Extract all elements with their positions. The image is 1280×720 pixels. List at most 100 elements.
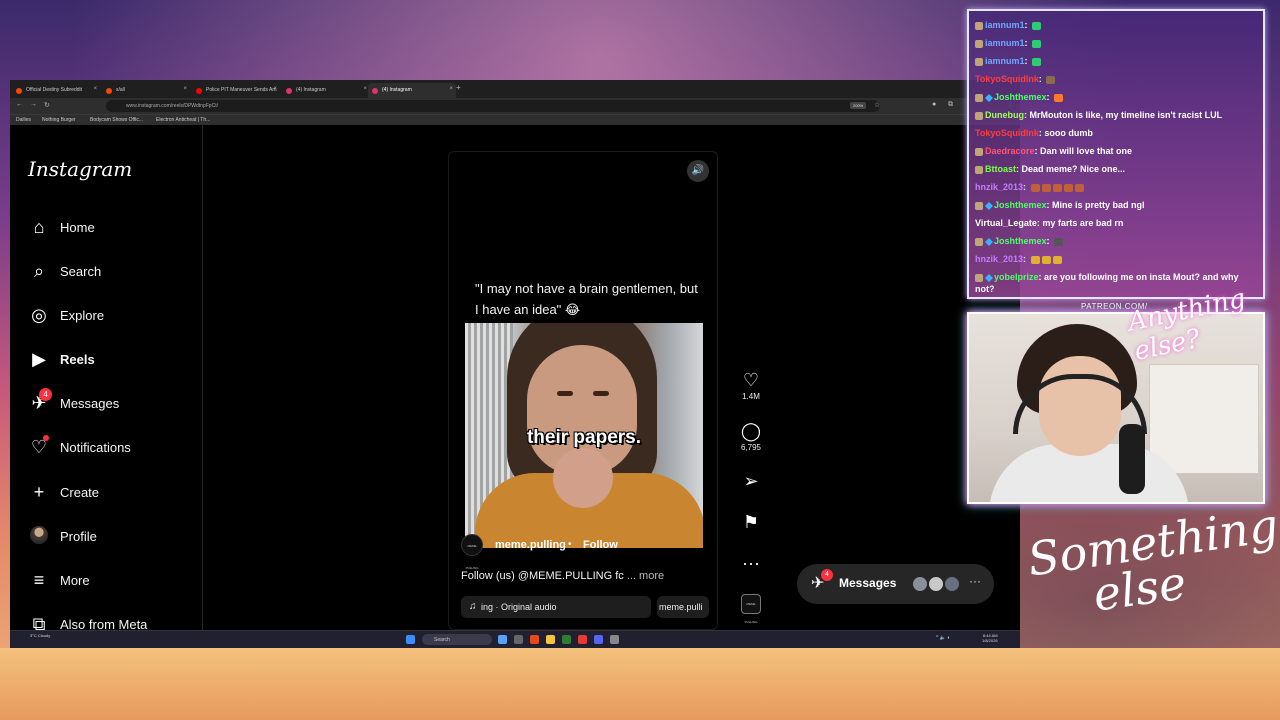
avatar	[943, 575, 961, 593]
comment-count: 6,795	[740, 443, 762, 452]
tab-bar: Official Destiny Subreddit × s/all × Polic…	[10, 80, 1020, 98]
more-link[interactable]: ... more	[627, 570, 664, 582]
video-person-eye	[557, 391, 573, 396]
close-icon[interactable]: ×	[449, 86, 453, 92]
sidebar-item-messages[interactable]: ✈ 4 Messages	[28, 388, 198, 420]
tab-destiny-subreddit[interactable]: Official Destiny Subreddit ×	[12, 83, 100, 98]
tab-all[interactable]: s/all ×	[102, 83, 190, 98]
sidebar-item-more[interactable]: ≡ More	[28, 565, 198, 597]
new-tab-button[interactable]: +	[456, 83, 461, 92]
folder-icon[interactable]	[546, 635, 555, 644]
profile-icon[interactable]: ●	[932, 101, 936, 108]
home-icon: ⌂	[33, 217, 45, 237]
discord-icon[interactable]	[594, 635, 603, 644]
messages-pill[interactable]: ✈ 4 Messages ···	[797, 564, 994, 604]
audio-pill[interactable]: ♫ ing · Original audio	[461, 596, 651, 618]
chat-message: TokyoSquidInk:	[975, 73, 1259, 85]
follow-button[interactable]: Follow	[583, 539, 618, 551]
app-icon[interactable]	[578, 635, 587, 644]
gem-badge-icon	[985, 273, 993, 282]
forward-icon[interactable]: →	[30, 101, 37, 108]
reel-caption: "I may not have a brain gentlemen, but I…	[475, 281, 698, 317]
emote-icon	[1032, 21, 1042, 30]
windows-start-icon[interactable]	[406, 635, 415, 644]
sidebar-item-reels[interactable]: ▶ Reels	[28, 344, 198, 376]
reload-icon[interactable]: ↻	[44, 101, 50, 109]
tab-instagram-1[interactable]: (4) Instagram ×	[282, 83, 370, 98]
close-icon[interactable]: ×	[363, 86, 367, 92]
reel-video[interactable]: their papers.	[465, 323, 703, 548]
extensions-icon[interactable]: ⧉	[948, 101, 953, 109]
chat-badge-icon	[975, 39, 983, 48]
audio-account-pill[interactable]: meme.pulli	[657, 596, 709, 618]
clock[interactable]: 8:44 AM 1/8/2026	[982, 633, 998, 643]
emote-icon	[1054, 237, 1064, 246]
zoom-badge[interactable]: 200%	[850, 102, 867, 109]
chat-message: Joshthemex:	[975, 91, 1259, 103]
app-icon[interactable]	[498, 635, 507, 644]
chat-message: Joshthemex:	[975, 235, 1259, 247]
emote-icon	[1046, 75, 1056, 84]
bookmark-bodycam[interactable]: Bodycam Shows Offic...	[90, 117, 143, 123]
gear-icon[interactable]	[610, 635, 619, 644]
emote-icon	[1052, 183, 1062, 192]
reel-description: Follow (us) @MEME.PULLING fc ... more	[461, 570, 665, 582]
browser-window: Official Destiny Subreddit × s/all × Polic…	[10, 80, 1020, 648]
address-bar[interactable]: www.instagram.com/reels/DPWdtnpFpCt/	[106, 100, 880, 112]
sidebar-item-search[interactable]: ⌕ Search	[28, 256, 198, 288]
app-icon[interactable]	[530, 635, 539, 644]
instagram-sidebar: Instagram ⌂ Home ⌕ Search ◎ Explore ▶ Re…	[10, 125, 203, 634]
system-tray[interactable]: ^ 🔈 ◐	[936, 635, 950, 641]
video-person-eye	[593, 391, 609, 396]
plus-icon: +	[33, 482, 45, 502]
share-button[interactable]: ➢	[735, 471, 767, 491]
emote-icon	[1032, 57, 1042, 66]
bookmark-dailies[interactable]: Dailies	[16, 117, 31, 123]
tab-police-video[interactable]: Police PIT Maneuver Sends Am ×	[192, 83, 280, 98]
emote-icon	[1041, 255, 1051, 264]
comment-button[interactable]: ◯ 6,795	[735, 421, 767, 452]
sidebar-item-home[interactable]: ⌂ Home	[28, 212, 198, 244]
compass-icon: ◎	[31, 305, 47, 325]
app-icon[interactable]	[514, 635, 523, 644]
like-button[interactable]: ♡ 1.4M	[735, 370, 767, 401]
instagram-logo[interactable]: Instagram	[28, 157, 132, 181]
sidebar-item-create[interactable]: + Create	[28, 477, 198, 509]
reel-player[interactable]: 🔊 "I may not have a brain gentlemen, but…	[448, 151, 718, 630]
audio-thumbnail[interactable]: MEME PULLING	[741, 594, 761, 624]
account-avatar[interactable]: MEME PULLING	[461, 534, 483, 570]
close-icon[interactable]: ×	[273, 86, 277, 92]
speaker-icon[interactable]: 🔊	[687, 160, 709, 182]
sidebar-item-notifications[interactable]: ♡ Notifications	[28, 432, 198, 464]
tab-instagram-active[interactable]: (4) Instagram ×	[368, 83, 456, 98]
emote-icon	[1041, 183, 1051, 192]
reddit-icon	[16, 88, 22, 94]
ellipsis-icon: ···	[969, 574, 981, 588]
account-name[interactable]: meme.pulling	[495, 539, 566, 551]
weather-widget[interactable]: 3°C Cloudy	[30, 633, 50, 638]
close-icon[interactable]: ×	[93, 86, 97, 92]
ellipsis-icon: ···	[742, 553, 760, 573]
reels-icon: ▶	[32, 349, 46, 369]
notification-dot	[43, 435, 49, 441]
bookmark-star-icon[interactable]: ☆	[874, 101, 880, 109]
chat-message: Joshthemex: Mine is pretty bad ngl	[975, 199, 1259, 211]
youtube-icon	[196, 88, 202, 94]
close-icon[interactable]: ×	[183, 86, 187, 92]
back-icon[interactable]: ←	[16, 101, 23, 108]
more-options-button[interactable]: ···	[735, 553, 767, 573]
microphone	[1119, 424, 1145, 494]
app-icon[interactable]	[562, 635, 571, 644]
taskbar-search[interactable]: Search	[422, 634, 492, 645]
emote-icon	[1030, 183, 1040, 192]
sidebar-item-explore[interactable]: ◎ Explore	[28, 300, 198, 332]
sidebar-item-profile[interactable]: Profile	[28, 521, 198, 553]
separator: •	[568, 539, 572, 550]
save-button[interactable]: ⚑	[735, 512, 767, 532]
bookmark-electron[interactable]: Electron Anticheat | Th...	[156, 117, 210, 123]
chat-badge-icon	[975, 165, 983, 174]
instagram-icon	[286, 88, 292, 94]
bookmark-nothing-burger[interactable]: Nothing Burger	[42, 117, 76, 123]
gem-badge-icon	[985, 201, 993, 210]
chat-message: Daedracore: Dan will love that one	[975, 145, 1259, 157]
